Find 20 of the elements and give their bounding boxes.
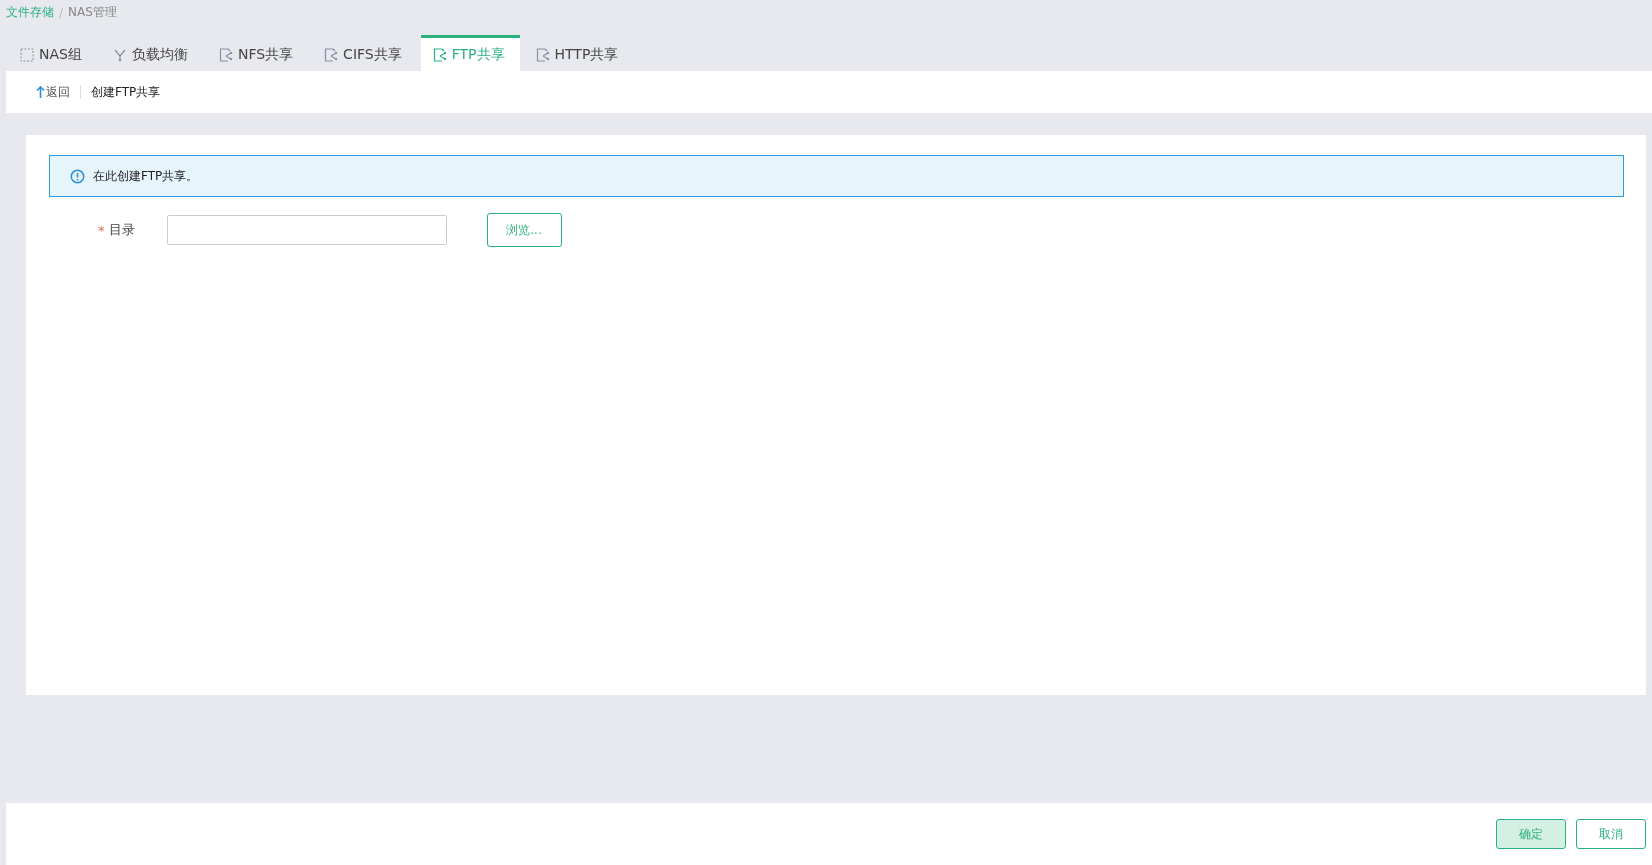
tab[interactable]: 负载均衡	[100, 35, 203, 71]
required-mark: *	[98, 222, 105, 238]
tab[interactable]: NFS共享	[206, 35, 309, 71]
field-label: 目录	[108, 221, 136, 239]
info-icon	[70, 168, 85, 184]
info-text: 在此创建FTP共享。	[93, 167, 199, 185]
share-document-icon	[535, 47, 550, 62]
arrow-up-icon	[36, 85, 45, 99]
share-document-icon	[432, 47, 447, 62]
tab[interactable]: NAS组	[8, 35, 97, 71]
tab[interactable]: CIFS共享	[312, 35, 417, 71]
share-document-icon	[324, 47, 339, 62]
back-link[interactable]: 返回	[36, 83, 70, 101]
share-document-icon	[218, 47, 233, 62]
page-title: 创建FTP共享	[91, 83, 161, 101]
breadcrumb-separator: /	[59, 5, 64, 20]
breadcrumb-item: NAS管理	[68, 4, 117, 21]
branch-icon	[112, 47, 127, 62]
directory-input[interactable]	[166, 215, 447, 245]
tab[interactable]: HTTP共享	[523, 35, 634, 71]
